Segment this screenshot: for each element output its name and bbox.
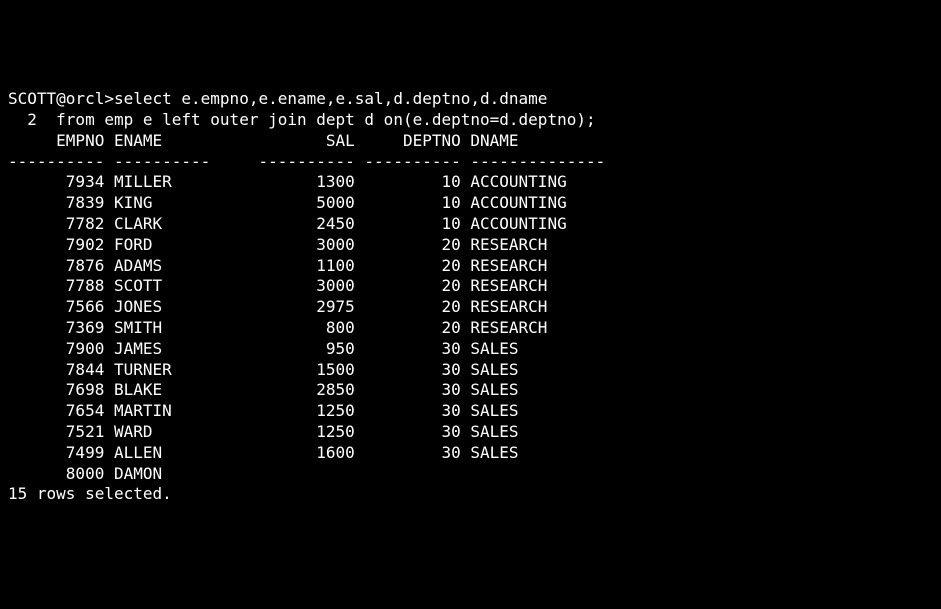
table-row: 7902 FORD 3000 20 RESEARCH [8, 235, 933, 256]
table-row: 7844 TURNER 1500 30 SALES [8, 360, 933, 381]
table-row: 7566 JONES 2975 20 RESEARCH [8, 297, 933, 318]
table-row: 7654 MARTIN 1250 30 SALES [8, 401, 933, 422]
column-header: EMPNO ENAME SAL DEPTNO DNAME [8, 131, 933, 152]
table-row: 8000 DAMON [8, 464, 933, 485]
status-line: 15 rows selected. [8, 484, 933, 505]
table-row: 7369 SMITH 800 20 RESEARCH [8, 318, 933, 339]
separator-line: ---------- ---------- ---------- -------… [8, 152, 933, 173]
table-row: 7698 BLAKE 2850 30 SALES [8, 380, 933, 401]
table-row: 7788 SCOTT 3000 20 RESEARCH [8, 276, 933, 297]
table-row: 7900 JAMES 950 30 SALES [8, 339, 933, 360]
table-row: 7499 ALLEN 1600 30 SALES [8, 443, 933, 464]
table-row: 7521 WARD 1250 30 SALES [8, 422, 933, 443]
sql-continuation-line: 2 from emp e left outer join dept d on(e… [8, 110, 933, 131]
table-row: 7934 MILLER 1300 10 ACCOUNTING [8, 172, 933, 193]
table-row: 7782 CLARK 2450 10 ACCOUNTING [8, 214, 933, 235]
sql-prompt-line: SCOTT@orcl>select e.empno,e.ename,e.sal,… [8, 89, 933, 110]
terminal-output: SCOTT@orcl>select e.empno,e.ename,e.sal,… [8, 89, 933, 505]
table-row: 7839 KING 5000 10 ACCOUNTING [8, 193, 933, 214]
table-row: 7876 ADAMS 1100 20 RESEARCH [8, 256, 933, 277]
